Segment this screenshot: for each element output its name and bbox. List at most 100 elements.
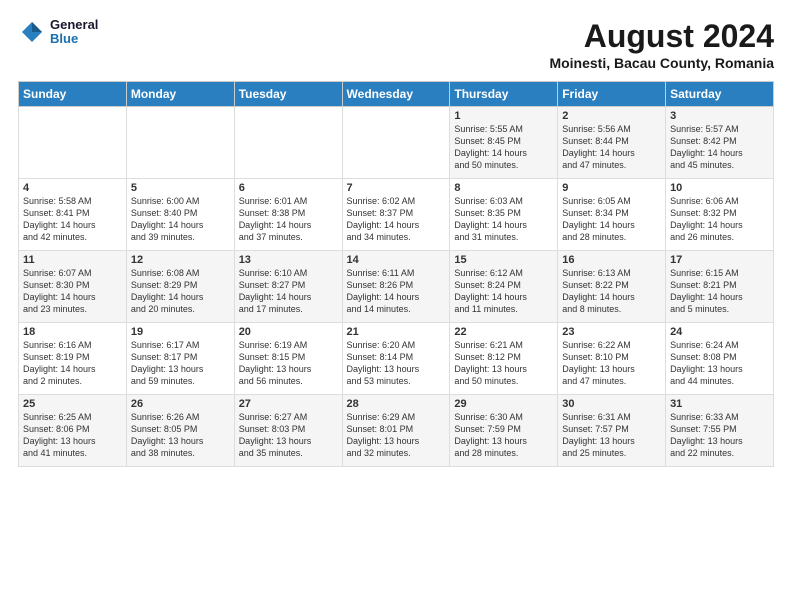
title-section: August 2024 Moinesti, Bacau County, Roma… [549, 18, 774, 71]
day-number: 21 [347, 326, 446, 338]
calendar-cell: 17Sunrise: 6:15 AMSunset: 8:21 PMDayligh… [666, 251, 774, 323]
day-info: Sunrise: 6:11 AMSunset: 8:26 PMDaylight:… [347, 267, 446, 316]
calendar-header-monday: Monday [126, 82, 234, 107]
calendar-cell [342, 107, 450, 179]
day-info: Sunrise: 6:27 AMSunset: 8:03 PMDaylight:… [239, 411, 338, 460]
calendar-header-tuesday: Tuesday [234, 82, 342, 107]
day-number: 24 [670, 326, 769, 338]
day-number: 7 [347, 182, 446, 194]
day-number: 9 [562, 182, 661, 194]
calendar-cell: 29Sunrise: 6:30 AMSunset: 7:59 PMDayligh… [450, 395, 558, 467]
day-number: 8 [454, 182, 553, 194]
day-number: 29 [454, 398, 553, 410]
day-number: 17 [670, 254, 769, 266]
day-number: 14 [347, 254, 446, 266]
day-number: 1 [454, 110, 553, 122]
calendar-cell: 25Sunrise: 6:25 AMSunset: 8:06 PMDayligh… [19, 395, 127, 467]
day-info: Sunrise: 6:13 AMSunset: 8:22 PMDaylight:… [562, 267, 661, 316]
day-info: Sunrise: 6:16 AMSunset: 8:19 PMDaylight:… [23, 339, 122, 388]
calendar-cell: 28Sunrise: 6:29 AMSunset: 8:01 PMDayligh… [342, 395, 450, 467]
calendar-cell: 19Sunrise: 6:17 AMSunset: 8:17 PMDayligh… [126, 323, 234, 395]
day-number: 30 [562, 398, 661, 410]
day-info: Sunrise: 6:26 AMSunset: 8:05 PMDaylight:… [131, 411, 230, 460]
calendar-cell: 11Sunrise: 6:07 AMSunset: 8:30 PMDayligh… [19, 251, 127, 323]
calendar-cell: 4Sunrise: 5:58 AMSunset: 8:41 PMDaylight… [19, 179, 127, 251]
calendar-cell: 9Sunrise: 6:05 AMSunset: 8:34 PMDaylight… [558, 179, 666, 251]
day-info: Sunrise: 6:24 AMSunset: 8:08 PMDaylight:… [670, 339, 769, 388]
calendar-cell: 8Sunrise: 6:03 AMSunset: 8:35 PMDaylight… [450, 179, 558, 251]
day-number: 6 [239, 182, 338, 194]
logo-icon [18, 18, 46, 46]
calendar-cell [19, 107, 127, 179]
day-number: 26 [131, 398, 230, 410]
calendar-cell: 5Sunrise: 6:00 AMSunset: 8:40 PMDaylight… [126, 179, 234, 251]
calendar-row-2: 4Sunrise: 5:58 AMSunset: 8:41 PMDaylight… [19, 179, 774, 251]
calendar-cell: 22Sunrise: 6:21 AMSunset: 8:12 PMDayligh… [450, 323, 558, 395]
day-info: Sunrise: 5:56 AMSunset: 8:44 PMDaylight:… [562, 123, 661, 172]
calendar-cell: 24Sunrise: 6:24 AMSunset: 8:08 PMDayligh… [666, 323, 774, 395]
calendar-cell [234, 107, 342, 179]
calendar-table: SundayMondayTuesdayWednesdayThursdayFrid… [18, 81, 774, 467]
page: General Blue August 2024 Moinesti, Bacau… [0, 0, 792, 612]
calendar-cell: 27Sunrise: 6:27 AMSunset: 8:03 PMDayligh… [234, 395, 342, 467]
day-number: 13 [239, 254, 338, 266]
day-info: Sunrise: 6:01 AMSunset: 8:38 PMDaylight:… [239, 195, 338, 244]
day-info: Sunrise: 6:06 AMSunset: 8:32 PMDaylight:… [670, 195, 769, 244]
day-info: Sunrise: 5:55 AMSunset: 8:45 PMDaylight:… [454, 123, 553, 172]
main-title: August 2024 [549, 18, 774, 55]
calendar-cell: 10Sunrise: 6:06 AMSunset: 8:32 PMDayligh… [666, 179, 774, 251]
calendar-cell: 30Sunrise: 6:31 AMSunset: 7:57 PMDayligh… [558, 395, 666, 467]
day-number: 10 [670, 182, 769, 194]
day-number: 20 [239, 326, 338, 338]
day-info: Sunrise: 5:57 AMSunset: 8:42 PMDaylight:… [670, 123, 769, 172]
calendar-cell: 3Sunrise: 5:57 AMSunset: 8:42 PMDaylight… [666, 107, 774, 179]
day-number: 18 [23, 326, 122, 338]
calendar-cell: 26Sunrise: 6:26 AMSunset: 8:05 PMDayligh… [126, 395, 234, 467]
day-info: Sunrise: 6:22 AMSunset: 8:10 PMDaylight:… [562, 339, 661, 388]
day-info: Sunrise: 6:08 AMSunset: 8:29 PMDaylight:… [131, 267, 230, 316]
day-info: Sunrise: 6:33 AMSunset: 7:55 PMDaylight:… [670, 411, 769, 460]
calendar-cell: 13Sunrise: 6:10 AMSunset: 8:27 PMDayligh… [234, 251, 342, 323]
calendar-cell: 7Sunrise: 6:02 AMSunset: 8:37 PMDaylight… [342, 179, 450, 251]
calendar-header-sunday: Sunday [19, 82, 127, 107]
header: General Blue August 2024 Moinesti, Bacau… [18, 18, 774, 71]
day-number: 12 [131, 254, 230, 266]
calendar-cell: 20Sunrise: 6:19 AMSunset: 8:15 PMDayligh… [234, 323, 342, 395]
day-number: 3 [670, 110, 769, 122]
day-number: 4 [23, 182, 122, 194]
calendar-header-saturday: Saturday [666, 82, 774, 107]
calendar-cell: 1Sunrise: 5:55 AMSunset: 8:45 PMDaylight… [450, 107, 558, 179]
day-info: Sunrise: 5:58 AMSunset: 8:41 PMDaylight:… [23, 195, 122, 244]
calendar-cell: 6Sunrise: 6:01 AMSunset: 8:38 PMDaylight… [234, 179, 342, 251]
day-number: 11 [23, 254, 122, 266]
day-info: Sunrise: 6:03 AMSunset: 8:35 PMDaylight:… [454, 195, 553, 244]
day-info: Sunrise: 6:10 AMSunset: 8:27 PMDaylight:… [239, 267, 338, 316]
calendar-header-thursday: Thursday [450, 82, 558, 107]
calendar-cell: 18Sunrise: 6:16 AMSunset: 8:19 PMDayligh… [19, 323, 127, 395]
day-info: Sunrise: 6:00 AMSunset: 8:40 PMDaylight:… [131, 195, 230, 244]
subtitle: Moinesti, Bacau County, Romania [549, 55, 774, 71]
calendar-cell: 23Sunrise: 6:22 AMSunset: 8:10 PMDayligh… [558, 323, 666, 395]
calendar-header-friday: Friday [558, 82, 666, 107]
day-info: Sunrise: 6:21 AMSunset: 8:12 PMDaylight:… [454, 339, 553, 388]
calendar-cell: 21Sunrise: 6:20 AMSunset: 8:14 PMDayligh… [342, 323, 450, 395]
calendar-cell: 15Sunrise: 6:12 AMSunset: 8:24 PMDayligh… [450, 251, 558, 323]
calendar-cell: 2Sunrise: 5:56 AMSunset: 8:44 PMDaylight… [558, 107, 666, 179]
calendar-row-4: 18Sunrise: 6:16 AMSunset: 8:19 PMDayligh… [19, 323, 774, 395]
calendar-cell: 31Sunrise: 6:33 AMSunset: 7:55 PMDayligh… [666, 395, 774, 467]
day-info: Sunrise: 6:15 AMSunset: 8:21 PMDaylight:… [670, 267, 769, 316]
calendar-row-3: 11Sunrise: 6:07 AMSunset: 8:30 PMDayligh… [19, 251, 774, 323]
day-info: Sunrise: 6:31 AMSunset: 7:57 PMDaylight:… [562, 411, 661, 460]
calendar-header-wednesday: Wednesday [342, 82, 450, 107]
day-info: Sunrise: 6:02 AMSunset: 8:37 PMDaylight:… [347, 195, 446, 244]
calendar-cell: 16Sunrise: 6:13 AMSunset: 8:22 PMDayligh… [558, 251, 666, 323]
day-number: 25 [23, 398, 122, 410]
calendar-header-row: SundayMondayTuesdayWednesdayThursdayFrid… [19, 82, 774, 107]
day-info: Sunrise: 6:05 AMSunset: 8:34 PMDaylight:… [562, 195, 661, 244]
calendar-cell: 14Sunrise: 6:11 AMSunset: 8:26 PMDayligh… [342, 251, 450, 323]
calendar-row-5: 25Sunrise: 6:25 AMSunset: 8:06 PMDayligh… [19, 395, 774, 467]
day-info: Sunrise: 6:30 AMSunset: 7:59 PMDaylight:… [454, 411, 553, 460]
calendar-cell: 12Sunrise: 6:08 AMSunset: 8:29 PMDayligh… [126, 251, 234, 323]
day-info: Sunrise: 6:12 AMSunset: 8:24 PMDaylight:… [454, 267, 553, 316]
day-info: Sunrise: 6:29 AMSunset: 8:01 PMDaylight:… [347, 411, 446, 460]
